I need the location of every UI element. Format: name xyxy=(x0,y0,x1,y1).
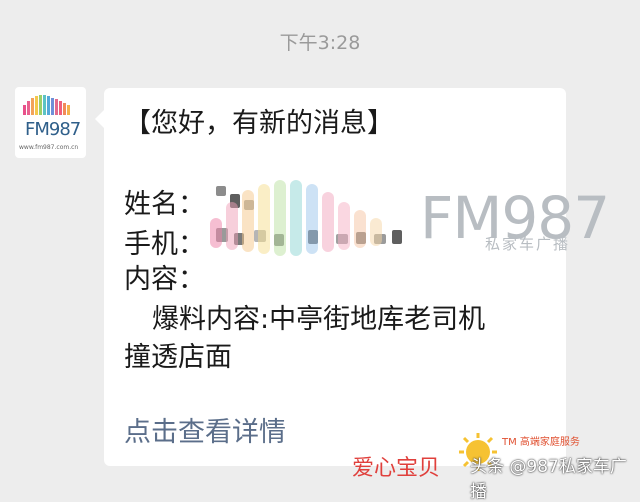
footer-watermark: TM 高端家庭服务 爱心宝贝 头条 @987私家车广播 xyxy=(352,430,640,502)
view-details-link[interactable]: 点击查看详情 xyxy=(124,419,286,446)
message-bubble[interactable]: 【您好，有新的消息】 姓名： 手机： 内容： 爆料内容:中亭街地库老司机 撞透店… xyxy=(95,88,566,466)
avatar-brand-text: FM987 xyxy=(25,119,81,140)
footer-handle-text: 头条 @987私家车广播 xyxy=(470,457,627,502)
phone-label: 手机： xyxy=(124,229,205,260)
content-line-1: 爆料内容:中亭街地库老司机 xyxy=(152,304,486,335)
message-header: 【您好，有新的消息】 xyxy=(124,108,394,139)
avatar-url-text: www.fm987.com.cn xyxy=(19,144,79,151)
footer-love-text: 爱心宝贝 xyxy=(352,456,441,481)
footer-tm-text: TM 高端家庭服务 xyxy=(502,437,580,448)
sender-avatar[interactable]: FM987 www.fm987.com.cn xyxy=(15,87,86,158)
content-line-2: 撞透店面 xyxy=(124,342,232,373)
message-timestamp: 下午3:28 xyxy=(279,32,361,54)
name-label: 姓名： xyxy=(124,189,205,220)
content-label: 内容： xyxy=(124,264,205,295)
